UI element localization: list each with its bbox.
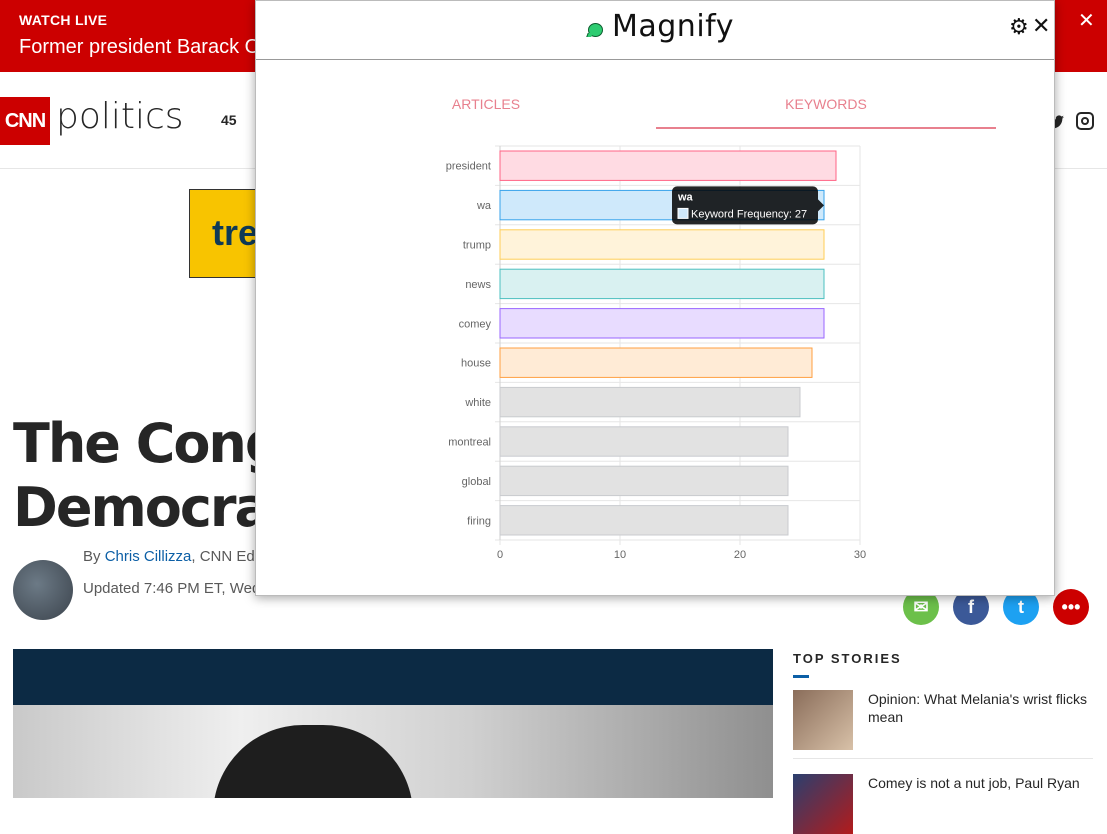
cnn-logo[interactable]: CNN [0,97,50,145]
bar-firing [499,505,789,536]
bar-comey [499,308,825,339]
byline-prefix: By [83,548,105,565]
story-title[interactable]: Opinion: What Melania's wrist flicks mea… [868,690,1088,726]
banner-close-icon[interactable]: ✕ [1078,8,1095,33]
byline: By Chris Cillizza, CNN Edit [83,548,262,565]
chart-tooltip: wa Keyword Frequency: 27 [672,186,824,225]
bar-president [499,150,837,181]
y-tick-label: president [446,161,491,173]
section-title[interactable]: politics [56,96,184,137]
watch-live-label: WATCH LIVE [19,12,108,28]
y-tick-label: firing [467,515,491,527]
top-stories-underline [793,675,809,678]
x-tick-label: 0 [497,549,503,561]
author-avatar[interactable] [13,560,73,620]
nav-item-45[interactable]: 45 [221,112,237,128]
article-title: The Congre Democrats [13,412,263,540]
tooltip-swatch [677,207,689,219]
instagram-icon[interactable] [1076,112,1094,130]
y-tick-label: white [464,397,491,409]
y-tick-label: news [465,279,491,291]
hero-image[interactable] [13,705,773,798]
y-tick-label: global [462,476,491,488]
bar-trump [499,229,825,260]
story-thumbnail[interactable] [793,774,853,834]
bar-global [499,465,789,497]
bar-white [499,386,801,418]
tooltip-title: wa [677,191,694,203]
byline-suffix: , CNN Edit [191,548,263,565]
y-tick-label: wa [476,200,492,212]
chat-bubble-icon [588,23,603,37]
gear-icon[interactable]: ⚙ [1009,16,1029,38]
top-story-item[interactable]: Opinion: What Melania's wrist flicks mea… [793,690,1093,759]
video-header-bar [13,649,773,705]
story-title[interactable]: Comey is not a nut job, Paul Ryan [868,774,1088,792]
advertisement[interactable]: tre [189,189,259,278]
article-title-line-1: The Congre [13,412,263,475]
top-stories-heading: TOP STORIES [793,651,902,666]
bar-news [499,268,825,300]
more-share-icon[interactable]: ••• [1053,589,1089,625]
y-tick-label: house [461,358,491,370]
close-icon[interactable]: ✕ [1032,15,1050,37]
bar-house [499,347,813,378]
live-headline[interactable]: Former president Barack O [19,36,260,59]
y-tick-label: montreal [448,437,491,449]
magnify-header: Magnify ⚙ ✕ [256,1,1054,60]
magnify-title: Magnify [612,9,734,44]
y-tick-label: trump [463,240,491,252]
story-thumbnail[interactable] [793,690,853,750]
tooltip-text: Keyword Frequency: 27 [691,208,807,220]
active-tab-indicator [656,127,996,129]
article-title-line-2: Democrats [13,476,263,539]
ad-text: tre [212,212,259,253]
bar-montreal [499,426,789,457]
x-tick-label: 30 [854,549,866,561]
tab-articles[interactable]: ARTICLES [316,96,656,112]
x-tick-label: 10 [614,549,626,561]
tab-keywords[interactable]: KEYWORDS [656,96,996,112]
author-link[interactable]: Chris Cillizza [105,548,192,565]
y-tick-label: comey [459,318,492,330]
updated-timestamp: Updated 7:46 PM ET, Wed [83,580,261,597]
keyword-frequency-chart: 0 10 20 30 president wa trump news comey house whi… [446,145,866,561]
magnify-popup: Magnify ⚙ ✕ ARTICLES KEYWORDS 0 10 20 30 pre… [255,0,1055,596]
x-tick-label: 20 [734,549,746,561]
